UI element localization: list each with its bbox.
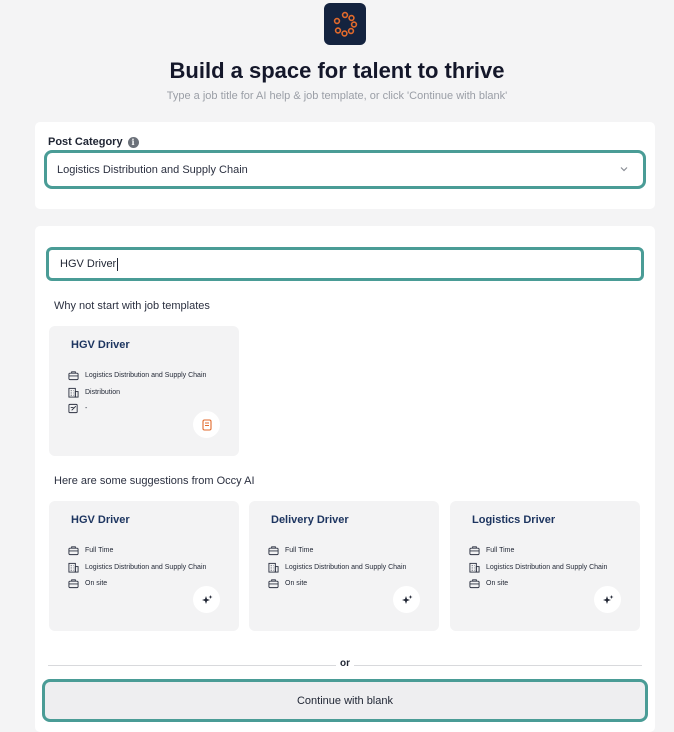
template-title: HGV Driver bbox=[71, 339, 130, 351]
suggestion-category-row: Logistics Distribution and Supply Chain bbox=[268, 562, 406, 573]
building-icon bbox=[68, 387, 79, 398]
occy-logo bbox=[324, 3, 366, 45]
briefcase-icon bbox=[268, 579, 279, 589]
briefcase-icon bbox=[469, 546, 480, 556]
sparkle-icon bbox=[602, 594, 613, 604]
suggestion-location: On site bbox=[85, 580, 108, 587]
template-type: - bbox=[85, 405, 88, 412]
suggestions-heading: Here are some suggestions from Occy AI bbox=[54, 475, 255, 487]
briefcase-icon bbox=[68, 546, 79, 556]
suggestion-category: Logistics Distribution and Supply Chain bbox=[486, 564, 608, 571]
suggestion-title: HGV Driver bbox=[71, 514, 130, 526]
sparkle-icon bbox=[201, 594, 212, 604]
info-icon[interactable]: i bbox=[127, 136, 139, 148]
suggestion-category-row: Logistics Distribution and Supply Chain bbox=[68, 562, 206, 573]
template-type-row: - bbox=[68, 403, 87, 414]
building-icon bbox=[469, 562, 480, 573]
suggestion-employment-row: Full Time bbox=[469, 545, 514, 556]
suggestion-location-row: On site bbox=[68, 578, 107, 589]
briefcase-icon bbox=[68, 579, 79, 589]
continue-with-blank-button[interactable]: Continue with blank bbox=[42, 679, 648, 722]
category-label: Post Category bbox=[48, 136, 123, 148]
job-builder-card: HGV Driver Why not start with job templa… bbox=[35, 226, 655, 732]
template-department: Distribution bbox=[85, 389, 121, 396]
template-category-row: Logistics Distribution and Supply Chain bbox=[68, 370, 206, 381]
suggestion-employment-row: Full Time bbox=[68, 545, 113, 556]
or-text: or bbox=[336, 658, 354, 669]
template-card[interactable]: HGV Driver Logistics Distribution and Su… bbox=[49, 326, 239, 456]
ai-generate-button[interactable] bbox=[193, 586, 220, 613]
suggestion-category: Logistics Distribution and Supply Chain bbox=[85, 564, 207, 571]
briefcase-icon bbox=[68, 371, 79, 381]
suggestion-title: Logistics Driver bbox=[472, 514, 556, 526]
job-title-input[interactable]: HGV Driver bbox=[46, 247, 644, 281]
category-select[interactable]: Logistics Distribution and Supply Chain bbox=[44, 150, 646, 189]
document-edit-icon bbox=[68, 403, 78, 414]
sparkle-icon bbox=[401, 594, 412, 604]
category-label-row: Post Category i bbox=[48, 136, 139, 148]
suggestion-location-row: On site bbox=[268, 578, 307, 589]
text-caret bbox=[117, 257, 119, 271]
building-icon bbox=[268, 562, 279, 573]
job-title-value: HGV Driver bbox=[60, 258, 117, 270]
suggestion-category: Logistics Distribution and Supply Chain bbox=[285, 564, 407, 571]
briefcase-icon bbox=[469, 579, 480, 589]
suggestion-card[interactable]: HGV Driver Full Time Logistics Distribut… bbox=[49, 501, 239, 631]
category-selected-value: Logistics Distribution and Supply Chain bbox=[57, 163, 248, 176]
building-icon bbox=[68, 562, 79, 573]
category-card: Post Category i Logistics Distribution a… bbox=[35, 122, 655, 209]
suggestion-category-row: Logistics Distribution and Supply Chain bbox=[469, 562, 607, 573]
page-subtitle: Type a job title for AI help & job templ… bbox=[166, 90, 508, 102]
suggestion-location: On site bbox=[285, 580, 308, 587]
use-template-button[interactable] bbox=[193, 411, 220, 438]
suggestion-card[interactable]: Delivery Driver Full Time Logistics Dist… bbox=[249, 501, 439, 631]
chevron-down-icon bbox=[620, 167, 628, 172]
suggestion-employment: Full Time bbox=[85, 547, 114, 554]
suggestion-location: On site bbox=[486, 580, 509, 587]
suggestion-title: Delivery Driver bbox=[271, 514, 349, 526]
suggestion-location-row: On site bbox=[469, 578, 508, 589]
page-title: Build a space for talent to thrive bbox=[169, 58, 505, 83]
templates-heading: Why not start with job templates bbox=[54, 300, 210, 312]
template-department-row: Distribution bbox=[68, 387, 120, 398]
suggestion-employment: Full Time bbox=[285, 547, 314, 554]
template-category: Logistics Distribution and Supply Chain bbox=[85, 372, 207, 379]
briefcase-icon bbox=[268, 546, 279, 556]
suggestion-employment-row: Full Time bbox=[268, 545, 313, 556]
suggestion-card[interactable]: Logistics Driver Full Time Logistics Dis… bbox=[450, 501, 640, 631]
ai-generate-button[interactable] bbox=[393, 586, 420, 613]
ai-generate-button[interactable] bbox=[594, 586, 621, 613]
suggestion-employment: Full Time bbox=[486, 547, 515, 554]
template-icon bbox=[201, 418, 212, 431]
logo-ring-icon bbox=[333, 11, 358, 37]
